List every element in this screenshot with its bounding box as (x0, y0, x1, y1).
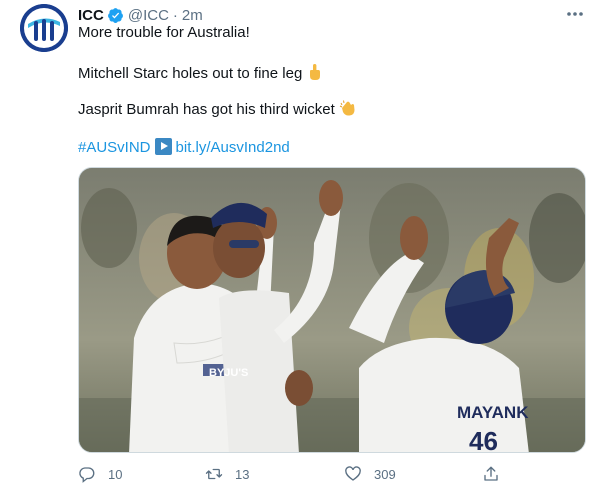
tweet-timestamp[interactable]: 2m (182, 7, 203, 24)
retweet-count: 13 (235, 466, 250, 482)
like-count: 309 (374, 466, 396, 482)
icc-logo-icon (20, 4, 68, 52)
retweet-button[interactable]: 13 (205, 462, 249, 486)
hashtag-link[interactable]: #AUSvIND (78, 139, 151, 156)
tweet-text-line-1: More trouble for Australia! (78, 24, 250, 41)
url-link[interactable]: bit.ly/AusvInd2nd (176, 139, 290, 156)
retweet-icon (205, 468, 223, 480)
more-options-icon[interactable] (565, 6, 585, 22)
reply-count: 10 (108, 466, 123, 482)
tweet-header: ICC @ICC · 2m (78, 5, 203, 25)
tweet-text-line-2-text: Mitchell Starc holes out to fine leg (78, 65, 303, 82)
avatar[interactable] (20, 4, 68, 52)
tweet-actions: 10 13 309 (78, 462, 586, 486)
jersey-number: 46 (469, 426, 498, 453)
shirt-sponsor: BYJU'S (209, 367, 248, 379)
tweet-text-line-2: Mitchell Starc holes out to fine leg (78, 63, 324, 84)
reply-icon (79, 467, 95, 483)
tweet[interactable]: ICC @ICC · 2m More trouble for Australia… (0, 0, 590, 491)
verified-badge-icon (107, 7, 124, 24)
jersey-name: MAYANK (457, 403, 529, 422)
tweet-photo[interactable]: MAYANK 46 BYJU'S (78, 167, 586, 453)
tweet-text-line-4: #AUSvIND bit.ly/AusvInd2nd (78, 138, 290, 158)
reply-button[interactable]: 10 (78, 462, 122, 486)
share-button[interactable] (482, 462, 500, 486)
clapping-hands-icon (339, 99, 357, 117)
share-icon (484, 466, 498, 481)
players-celebrating-photo: MAYANK 46 BYJU'S (79, 168, 585, 453)
tweet-text-line-3: Jasprit Bumrah has got his third wicket (78, 99, 357, 120)
separator-dot: · (172, 6, 178, 24)
author-name[interactable]: ICC (78, 7, 104, 24)
play-button-icon (154, 138, 172, 155)
author-handle[interactable]: @ICC (128, 7, 169, 24)
heart-icon (345, 466, 361, 481)
tweet-text-line-3-text: Jasprit Bumrah has got his third wicket (78, 101, 335, 118)
like-button[interactable]: 309 (344, 462, 396, 486)
pointing-up-icon (306, 63, 324, 81)
